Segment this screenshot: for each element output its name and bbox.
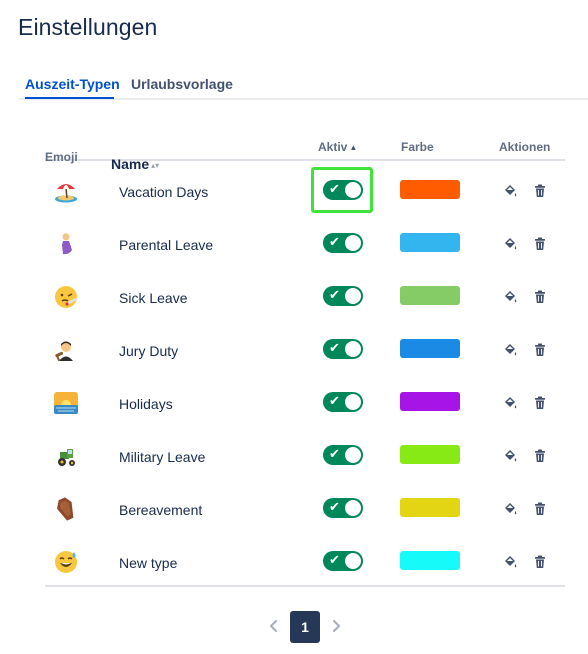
row-name: Military Leave <box>119 449 206 465</box>
paint-bucket-icon[interactable] <box>502 554 518 570</box>
face-with-thermometer-icon <box>53 284 79 310</box>
paint-bucket-icon[interactable] <box>502 183 518 199</box>
row-name: Bereavement <box>119 502 203 518</box>
paint-bucket-icon[interactable] <box>502 448 518 464</box>
active-toggle[interactable]: ✔ <box>323 498 363 518</box>
table-row: Sick Leave ✔ <box>45 272 565 325</box>
column-header-aktionen: Aktionen <box>499 140 551 154</box>
paint-bucket-icon[interactable] <box>502 342 518 358</box>
table-row: Parental Leave ✔ <box>45 219 565 272</box>
toggle-knob <box>345 182 361 198</box>
toggle-knob <box>345 394 361 410</box>
color-swatch[interactable] <box>400 286 460 305</box>
toggle-knob <box>345 288 361 304</box>
table-header: Emoji Name ▴▾ Aktiv ▲ Farbe Aktionen <box>45 138 565 172</box>
beach-umbrella-icon <box>53 178 79 204</box>
active-toggle[interactable]: ✔ <box>323 392 363 412</box>
paint-bucket-icon[interactable] <box>502 289 518 305</box>
trash-icon[interactable] <box>532 289 548 305</box>
table-row: Military Leave ✔ <box>45 431 565 484</box>
tractor-icon <box>53 443 79 469</box>
active-toggle[interactable]: ✔ <box>323 286 363 306</box>
color-swatch[interactable] <box>400 233 460 252</box>
sunrise-icon <box>53 390 79 416</box>
color-swatch[interactable] <box>400 339 460 358</box>
row-name: Sick Leave <box>119 290 188 306</box>
trash-icon[interactable] <box>532 342 548 358</box>
column-header-aktiv[interactable]: Aktiv ▲ <box>318 140 357 154</box>
chevron-right-icon[interactable] <box>328 617 344 635</box>
row-name: Holidays <box>119 396 173 412</box>
check-icon: ✔ <box>329 181 340 196</box>
row-name: Parental Leave <box>119 237 214 253</box>
tab-bar: Auszeit-Typen Urlaubsvorlage <box>18 74 588 100</box>
toggle-knob <box>345 235 361 251</box>
active-tab-indicator <box>25 97 114 99</box>
trash-icon[interactable] <box>532 236 548 252</box>
check-icon: ✔ <box>329 287 340 302</box>
color-swatch[interactable] <box>400 392 460 411</box>
trash-icon[interactable] <box>532 395 548 411</box>
row-name: Jury Duty <box>119 343 179 359</box>
table-row: Jury Duty ✔ <box>45 325 565 378</box>
chevron-left-icon[interactable] <box>266 617 282 635</box>
table-row: Holidays ✔ <box>45 378 565 431</box>
active-toggle[interactable]: ✔ <box>323 180 363 200</box>
check-icon: ✔ <box>329 499 340 514</box>
pagination: 1 <box>0 611 588 643</box>
trash-icon[interactable] <box>532 183 548 199</box>
active-toggle[interactable]: ✔ <box>323 551 363 571</box>
toggle-knob <box>345 341 361 357</box>
column-header-farbe: Farbe <box>401 140 434 154</box>
table-bottom-divider <box>45 585 565 587</box>
paint-bucket-icon[interactable] <box>502 395 518 411</box>
color-swatch[interactable] <box>400 445 460 464</box>
toggle-knob <box>345 553 361 569</box>
active-toggle[interactable]: ✔ <box>323 445 363 465</box>
toggle-knob <box>345 447 361 463</box>
sort-ascending-icon: ▲ <box>349 143 358 152</box>
tab-urlaubsvorlage[interactable]: Urlaubsvorlage <box>131 76 233 92</box>
tab-auszeit-typen[interactable]: Auszeit-Typen <box>25 76 120 92</box>
coffin-icon <box>53 496 79 522</box>
judge-icon <box>53 337 79 363</box>
table-row: New type ✔ <box>45 537 565 590</box>
row-name: New type <box>119 555 178 571</box>
color-swatch[interactable] <box>400 180 460 199</box>
check-icon: ✔ <box>329 552 340 567</box>
pregnant-woman-icon <box>53 231 79 257</box>
row-name: Vacation Days <box>119 184 209 200</box>
color-swatch[interactable] <box>400 498 460 517</box>
page-button-current[interactable]: 1 <box>290 611 320 643</box>
check-icon: ✔ <box>329 234 340 249</box>
paint-bucket-icon[interactable] <box>502 501 518 517</box>
page-title: Einstellungen <box>18 14 158 40</box>
color-swatch[interactable] <box>400 551 460 570</box>
trash-icon[interactable] <box>532 501 548 517</box>
check-icon: ✔ <box>329 340 340 355</box>
trash-icon[interactable] <box>532 554 548 570</box>
grinning-sweat-icon <box>53 549 79 575</box>
paint-bucket-icon[interactable] <box>502 236 518 252</box>
check-icon: ✔ <box>329 393 340 408</box>
active-toggle[interactable]: ✔ <box>323 233 363 253</box>
trash-icon[interactable] <box>532 448 548 464</box>
active-toggle[interactable]: ✔ <box>323 339 363 359</box>
check-icon: ✔ <box>329 446 340 461</box>
table-row: Vacation Days ✔ <box>45 166 565 219</box>
table-row: Bereavement ✔ <box>45 484 565 537</box>
toggle-knob <box>345 500 361 516</box>
